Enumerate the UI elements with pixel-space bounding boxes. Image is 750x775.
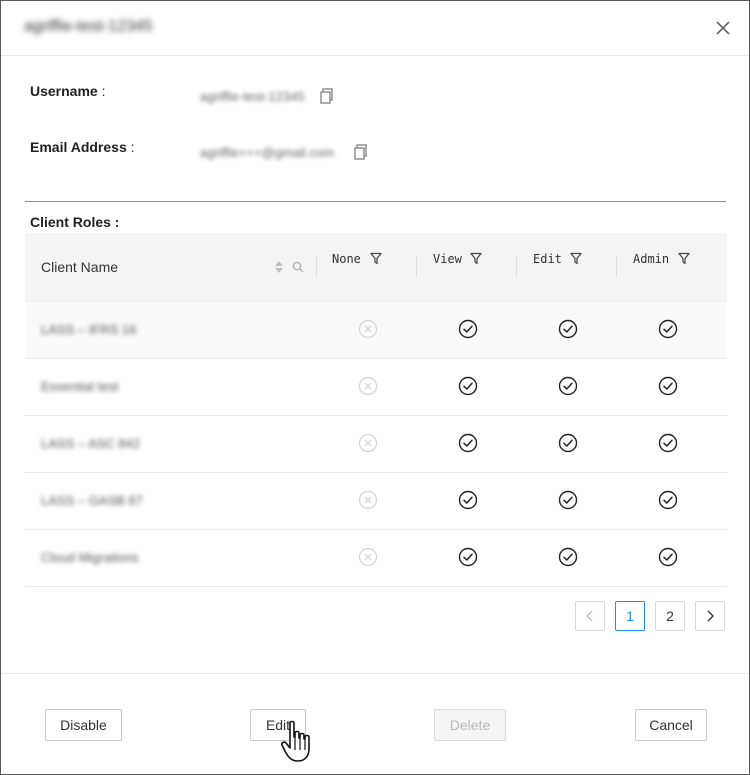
table-row: Cloud Migrations [25, 530, 727, 587]
dialog-title: agriffie-test-12345 [24, 18, 153, 35]
none-disabled-icon [358, 319, 378, 339]
filter-icon[interactable] [370, 252, 382, 265]
copy-email-icon[interactable] [354, 144, 368, 160]
client-name-cell: Cloud Migrations [41, 550, 139, 565]
copy-username-icon[interactable] [320, 88, 334, 104]
filter-icon[interactable] [570, 252, 582, 265]
edit-check-icon[interactable] [558, 319, 578, 339]
table-row: LASS – ASC 842 [25, 416, 727, 473]
cancel-button[interactable]: Cancel [635, 709, 707, 741]
none-disabled-icon [358, 547, 378, 567]
view-check-icon[interactable] [458, 433, 478, 453]
username-value: agriffie-test-12345 [200, 89, 305, 104]
table-row: LASS – GASB 87 [25, 473, 727, 530]
admin-check-icon[interactable] [658, 376, 678, 396]
table-row: LASS – IFRS 16 [25, 302, 727, 359]
username-label-text: Username [30, 83, 98, 99]
user-details-dialog: agriffie-test-12345 Username : agriffie-… [0, 0, 750, 775]
sort-icon[interactable] [274, 260, 284, 274]
admin-check-icon[interactable] [658, 433, 678, 453]
admin-check-icon[interactable] [658, 490, 678, 510]
edit-check-icon[interactable] [558, 376, 578, 396]
table-row: Essential test [25, 359, 727, 416]
dialog-header: agriffie-test-12345 [1, 1, 749, 56]
view-check-icon[interactable] [458, 490, 478, 510]
pagination-next[interactable] [695, 601, 725, 631]
admin-header: Admin [633, 252, 670, 266]
view-check-icon[interactable] [458, 319, 478, 339]
column-separator [416, 255, 417, 277]
edit-check-icon[interactable] [558, 547, 578, 567]
disable-button[interactable]: Disable [45, 709, 122, 741]
view-check-icon[interactable] [458, 376, 478, 396]
footer-divider [1, 673, 749, 674]
client-name-cell: LASS – ASC 842 [41, 436, 141, 451]
section-divider [25, 201, 726, 202]
search-icon[interactable] [292, 261, 304, 273]
chevron-right-icon [707, 610, 714, 622]
view-check-icon[interactable] [458, 547, 478, 567]
client-roles-table: Client Name None View Edit Admin LASS – … [25, 233, 727, 587]
client-name-cell: LASS – IFRS 16 [41, 322, 137, 337]
edit-check-icon[interactable] [558, 433, 578, 453]
filter-icon[interactable] [678, 252, 690, 265]
edit-check-icon[interactable] [558, 490, 578, 510]
close-icon[interactable] [711, 16, 735, 40]
client-name-header[interactable]: Client Name [41, 259, 118, 275]
chevron-left-icon [586, 610, 593, 622]
pagination-prev[interactable] [575, 601, 605, 631]
none-disabled-icon [358, 433, 378, 453]
client-roles-label: Client Roles : [30, 214, 120, 230]
pagination-page-2[interactable]: 2 [655, 601, 685, 631]
filter-icon[interactable] [470, 252, 482, 265]
edit-button[interactable]: Edit [250, 709, 306, 741]
client-name-cell: Essential test [41, 379, 119, 394]
none-disabled-icon [358, 376, 378, 396]
username-label-colon: : [97, 83, 106, 99]
none-disabled-icon [358, 490, 378, 510]
view-header: View [433, 252, 462, 266]
client-name-cell: LASS – GASB 87 [41, 493, 143, 508]
admin-check-icon[interactable] [658, 547, 678, 567]
table-header: Client Name None View Edit Admin [25, 233, 727, 302]
username-label: Username : [30, 83, 105, 99]
admin-check-icon[interactable] [658, 319, 678, 339]
column-separator [616, 255, 617, 277]
none-header: None [332, 252, 361, 266]
table-body: LASS – IFRS 16 Essential test LASS – ASC 8… [25, 302, 727, 587]
edit-header: Edit [533, 252, 562, 266]
email-label-colon: : [126, 139, 135, 155]
column-separator [516, 255, 517, 277]
email-label-text: Email Address [30, 139, 127, 155]
email-label: Email Address : [30, 139, 135, 155]
column-separator [316, 255, 317, 277]
delete-button: Delete [434, 709, 506, 741]
pagination-page-1[interactable]: 1 [615, 601, 645, 631]
email-value: agriffie+++@gmail.com [200, 145, 334, 160]
